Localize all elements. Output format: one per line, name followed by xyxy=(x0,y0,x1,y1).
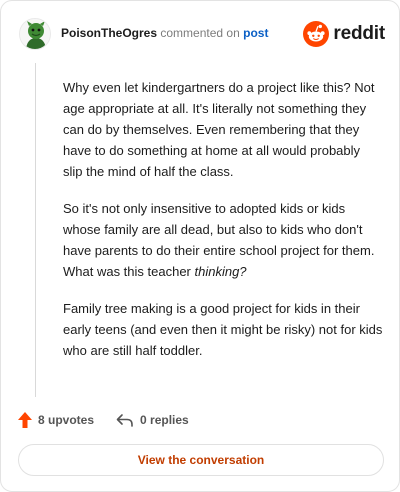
comment-paragraph-2: So it's not only insensitive to adopted … xyxy=(63,198,383,282)
avatar[interactable] xyxy=(19,18,51,50)
comment-footer: 8 upvotes 0 replies xyxy=(18,409,384,431)
avatar-image xyxy=(20,19,50,49)
upvote-arrow-icon xyxy=(18,412,32,428)
upvote-count: 8 upvotes xyxy=(38,413,95,427)
comment-body: Why even let kindergartners do a project… xyxy=(63,77,383,377)
embedded-comment-card: PoisonTheOgres commented on post reddit … xyxy=(0,0,400,492)
comment-paragraph-3: Family tree making is a good project for… xyxy=(63,301,383,358)
reddit-brand[interactable]: reddit xyxy=(303,19,385,49)
comment-action: commented on xyxy=(160,26,240,40)
reply-arrow-icon xyxy=(116,414,133,427)
reply-button[interactable]: 0 replies xyxy=(116,412,189,428)
comment-meta: PoisonTheOgres commented on post xyxy=(61,26,268,41)
comment-emphasis: thinking? xyxy=(194,264,247,279)
username[interactable]: PoisonTheOgres xyxy=(61,26,157,40)
post-link[interactable]: post xyxy=(243,26,268,40)
reddit-logo-icon xyxy=(303,21,330,47)
thread-line xyxy=(35,63,36,397)
brand-name: reddit xyxy=(333,23,385,44)
comment-paragraph-1: Why even let kindergartners do a project… xyxy=(63,80,375,179)
view-conversation-button[interactable]: View the conversation xyxy=(18,444,384,476)
comment-header: PoisonTheOgres commented on post reddit xyxy=(19,17,385,53)
reply-count: 0 replies xyxy=(140,413,189,427)
upvote-button[interactable]: 8 upvotes xyxy=(18,412,94,428)
